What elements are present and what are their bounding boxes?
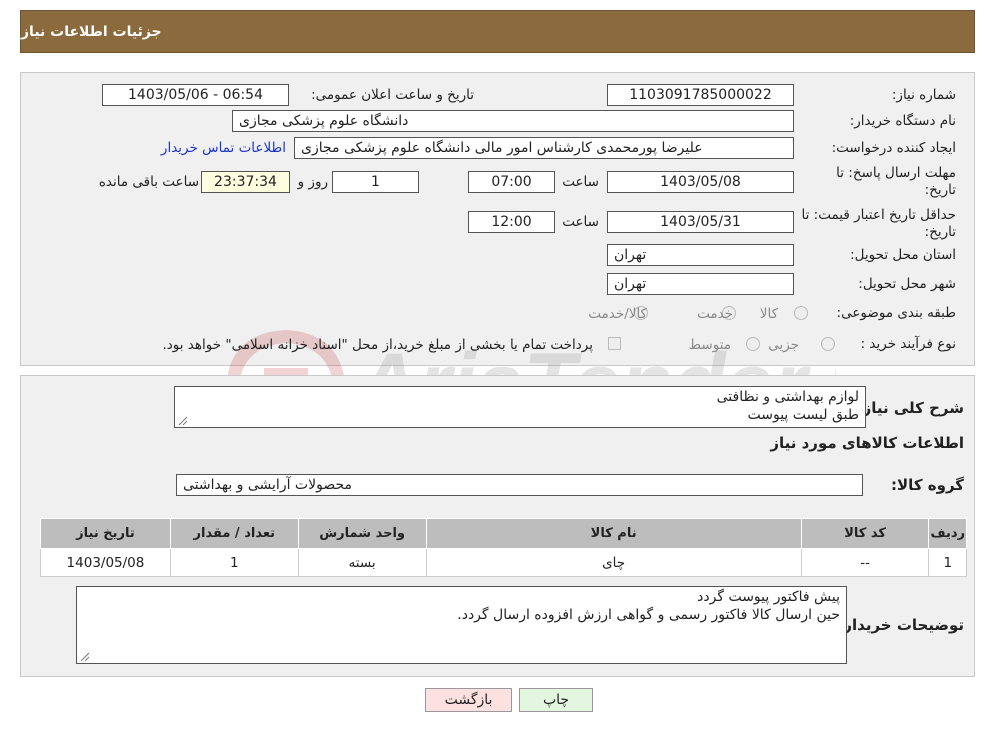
goods-info-title: اطلاعات کالاهای مورد نیاز xyxy=(770,434,964,452)
cell-name: چای xyxy=(425,548,802,577)
category-label: طبقه بندی موضوعی: xyxy=(836,305,956,321)
summary-textarea[interactable]: لوازم بهداشتی و نظافتی طبق لیست پیوست xyxy=(174,386,866,428)
page-header: جزئیات اطلاعات نیاز xyxy=(20,10,975,53)
print-button[interactable]: چاپ xyxy=(519,688,593,712)
goods-table: ردیف کد کالا نام کالا واحد شمارش تعداد /… xyxy=(40,518,967,577)
need-info-panel: AriaTender.neT شماره نیاز: 1103091785000… xyxy=(20,72,975,432)
back-button[interactable]: بازگشت xyxy=(425,688,512,712)
goods-table-header: ردیف کد کالا نام کالا واحد شمارش تعداد /… xyxy=(40,518,967,549)
col-date: تاریخ نیاز xyxy=(40,518,171,549)
city-label: شهر محل تحویل: xyxy=(858,276,956,292)
category-option-service: خدمت xyxy=(697,306,733,322)
remaining-label: ساعت باقی مانده xyxy=(98,174,199,190)
category-option-goods-service: کالا/خدمت xyxy=(588,306,647,322)
process-label: نوع فرآیند خرید : xyxy=(860,336,956,352)
deadline-time-field: 07:00 xyxy=(468,171,555,193)
buyer-field: دانشگاه علوم پزشکی مجازی xyxy=(232,110,794,132)
buyer-label: نام دستگاه خریدار: xyxy=(849,113,956,129)
creator-field: علیرضا پورمحمدی کارشناس امور مالی دانشگا… xyxy=(294,137,794,159)
validity-date-field: 1403/05/31 xyxy=(607,211,794,233)
buyer-notes-line-1: پیش فاکتور پیوست گردد xyxy=(697,589,840,605)
validity-label: حداقل تاریخ اعتبار قیمت: تا تاریخ: xyxy=(801,207,956,240)
validity-time-field: 12:00 xyxy=(468,211,555,233)
cell-unit: بسته xyxy=(297,548,427,577)
cell-code: -- xyxy=(800,548,930,577)
province-label: استان محل تحویل: xyxy=(850,247,956,263)
deadline-time-label: ساعت xyxy=(562,174,599,190)
category-option-goods: کالا xyxy=(759,306,778,322)
buyer-notes-line-2: حین ارسال کالا فاکتور رسمی و گواهی ارزش … xyxy=(457,607,840,623)
city-field: تهران xyxy=(607,273,794,295)
days-label: روز و xyxy=(297,174,328,190)
resize-grip-icon[interactable] xyxy=(177,415,187,425)
deadline-date-field: 1403/05/08 xyxy=(607,171,794,193)
col-code: کد کالا xyxy=(800,518,930,549)
treasury-checkbox[interactable] xyxy=(608,337,621,350)
goods-group-label: گروه کالا: xyxy=(891,476,964,494)
announce-label: تاریخ و ساعت اعلان عمومی: xyxy=(311,87,474,103)
category-radio-goods[interactable] xyxy=(794,306,808,320)
buyer-notes-textarea[interactable]: پیش فاکتور پیوست گردد حین ارسال کالا فاک… xyxy=(76,586,847,664)
buyer-notes-label: توضیحات خریدار: xyxy=(837,616,964,634)
need-number-field: 1103091785000022 xyxy=(607,84,794,106)
goods-group-field: محصولات آرایشی و بهداشتی xyxy=(176,474,863,496)
cell-qty: 1 xyxy=(169,548,299,577)
creator-label: ایجاد کننده درخواست: xyxy=(831,140,956,156)
process-note: پرداخت تمام یا بخشی از مبلغ خرید،از محل … xyxy=(162,337,593,353)
process-option-minor: جزیی xyxy=(768,337,799,353)
announce-field: 1403/05/06 - 06:54 xyxy=(102,84,289,106)
col-unit: واحد شمارش xyxy=(297,518,427,549)
days-field: 1 xyxy=(332,171,419,193)
col-row: ردیف xyxy=(928,518,967,549)
process-radio-medium[interactable] xyxy=(746,337,760,351)
need-number-label: شماره نیاز: xyxy=(891,87,956,103)
province-field: تهران xyxy=(607,244,794,266)
remaining-field: 23:37:34 xyxy=(201,171,290,193)
process-option-medium: متوسط xyxy=(688,337,731,353)
col-name: نام کالا xyxy=(425,518,802,549)
need-details-panel: شرح کلی نیاز: لوازم بهداشتی و نظافتی طبق… xyxy=(20,375,975,677)
summary-line-1: لوازم بهداشتی و نظافتی xyxy=(716,389,859,405)
page-title: جزئیات اطلاعات نیاز xyxy=(21,23,162,40)
cell-date: 1403/05/08 xyxy=(40,548,171,577)
summary-label: شرح کلی نیاز: xyxy=(856,399,964,417)
table-row: 1 -- چای بسته 1 1403/05/08 xyxy=(40,548,967,577)
cell-row: 1 xyxy=(928,548,967,577)
deadline-label: مهلت ارسال پاسخ: تا تاریخ: xyxy=(836,165,956,198)
validity-time-label: ساعت xyxy=(562,214,599,230)
col-qty: تعداد / مقدار xyxy=(169,518,299,549)
resize-grip-icon[interactable] xyxy=(79,651,89,661)
buyer-contact-link[interactable]: اطلاعات تماس خریدار xyxy=(161,140,286,156)
summary-line-2: طبق لیست پیوست xyxy=(747,407,859,423)
process-radio-minor[interactable] xyxy=(821,337,835,351)
